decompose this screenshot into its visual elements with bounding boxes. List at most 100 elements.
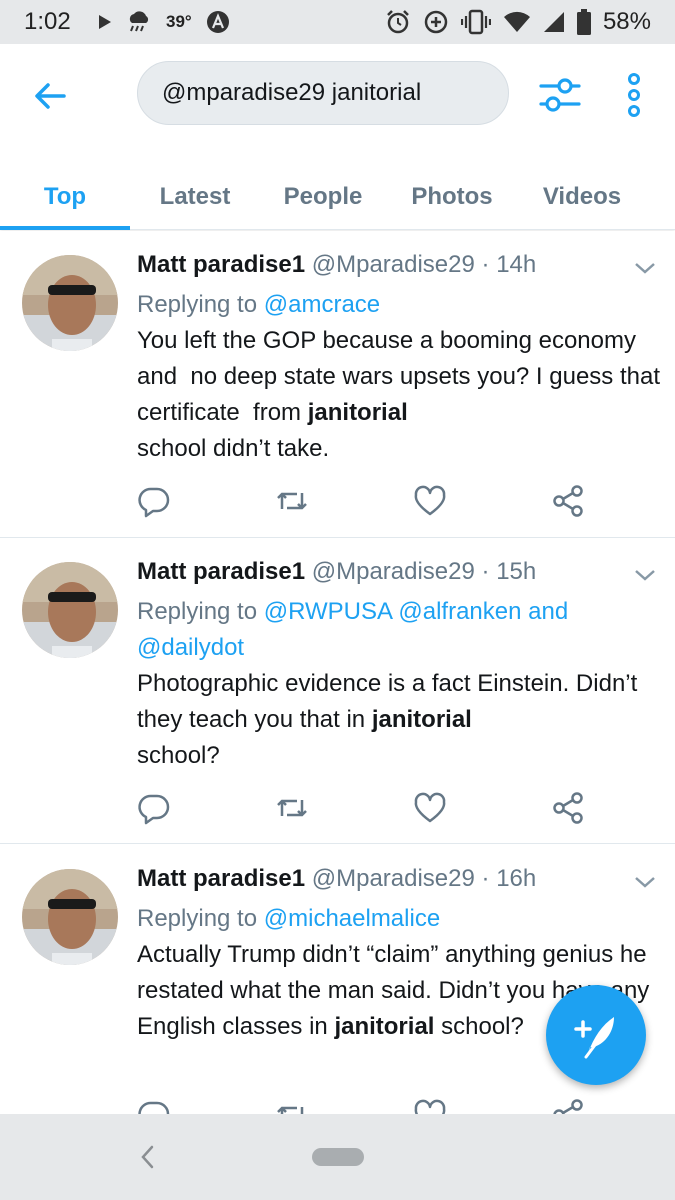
tweet-time: 14h — [496, 251, 537, 278]
battery-percentage: 58% — [602, 8, 651, 35]
chevron-down-icon — [635, 570, 655, 581]
tweet-time: 15h — [496, 558, 537, 585]
avatar[interactable] — [22, 869, 118, 965]
tweet-actions — [137, 484, 657, 518]
chevron-down-icon — [635, 877, 655, 888]
share-icon — [553, 792, 583, 824]
a-circle-icon — [206, 11, 229, 33]
retweet-icon — [277, 492, 307, 510]
like-button[interactable] — [413, 791, 447, 825]
tweet-header: Matt paradise1 @Mparadise29 · 14h — [137, 251, 536, 279]
system-home-pill[interactable] — [312, 1148, 364, 1166]
retweet-button[interactable] — [275, 484, 309, 518]
heart-icon — [414, 485, 446, 516]
more-options-button[interactable] — [622, 72, 646, 118]
battery-icon — [576, 9, 591, 35]
alarm-icon — [387, 10, 409, 34]
search-header: @mparadise29 janitorial Top Latest Peopl… — [0, 44, 675, 230]
author-name[interactable]: Matt paradise1 — [137, 865, 305, 892]
tab-photos[interactable]: Photos — [387, 164, 517, 230]
mention-link[interactable]: @amcrace — [264, 291, 380, 318]
tweet-card[interactable]: Matt paradise1 @Mparadise29 · 15h Replyi… — [0, 538, 675, 844]
reply-button[interactable] — [137, 791, 171, 825]
like-button[interactable] — [413, 1098, 447, 1114]
share-button[interactable] — [551, 484, 585, 518]
reply-button[interactable] — [137, 484, 171, 518]
reply-icon — [138, 1101, 170, 1114]
active-tab-indicator — [0, 226, 130, 230]
separator-dot: · — [481, 251, 490, 278]
share-button[interactable] — [551, 1098, 585, 1114]
share-icon — [553, 1099, 583, 1114]
author-handle[interactable]: @Mparadise29 — [312, 558, 475, 585]
search-input[interactable]: @mparadise29 janitorial — [137, 61, 509, 125]
arrow-left-icon — [35, 83, 66, 109]
compose-feather-icon — [574, 1017, 614, 1059]
system-back-button[interactable] — [138, 1144, 158, 1170]
tweet-text-part: school didn’t take. — [137, 435, 330, 462]
tab-people[interactable]: People — [258, 164, 388, 230]
heart-icon — [414, 1099, 446, 1114]
tweet-text-part: school? — [137, 742, 220, 769]
status-left-icons: 39° — [98, 10, 230, 34]
separator-dot: · — [481, 865, 490, 892]
signal-icon — [543, 12, 564, 32]
chevron-left-icon — [141, 1145, 154, 1169]
retweet-icon — [277, 1106, 304, 1114]
heart-icon — [414, 792, 446, 823]
vertical-dots-icon — [628, 73, 640, 117]
replying-prefix: Replying to — [137, 291, 264, 318]
reply-button[interactable] — [137, 1098, 171, 1114]
tweet-menu-button[interactable] — [634, 261, 656, 275]
share-button[interactable] — [551, 791, 585, 825]
tweet-header: Matt paradise1 @Mparadise29 · 15h — [137, 558, 536, 586]
tab-top[interactable]: Top — [0, 164, 130, 230]
retweet-button[interactable] — [275, 1098, 309, 1114]
sliders-icon — [539, 78, 581, 112]
tweet-text: Photographic evidence is a fact Einstein… — [137, 666, 667, 774]
back-button[interactable] — [28, 74, 72, 118]
reply-icon — [138, 487, 170, 518]
reply-icon — [138, 794, 170, 825]
retweet-icon — [277, 799, 307, 817]
highlighted-term: janitorial — [371, 706, 472, 733]
chevron-down-icon — [635, 263, 655, 274]
replying-prefix: Replying to — [137, 905, 264, 932]
tweet-text-part: school? — [434, 1013, 524, 1040]
author-handle[interactable]: @Mparadise29 — [312, 865, 475, 892]
tab-videos[interactable]: Videos — [517, 164, 647, 230]
system-nav-bar — [0, 1114, 675, 1200]
author-name[interactable]: Matt paradise1 — [137, 558, 305, 585]
share-icon — [553, 485, 583, 517]
mention-link[interactable]: @michaelmalice — [264, 905, 440, 932]
highlighted-term: janitorial — [334, 1013, 435, 1040]
tweet-header: Matt paradise1 @Mparadise29 · 16h — [137, 865, 536, 893]
replying-to: Replying to @RWPUSA @alfranken and @dail… — [137, 594, 657, 666]
tweet-card[interactable]: Matt paradise1 @Mparadise29 · 14h Replyi… — [0, 231, 675, 538]
author-handle[interactable]: @Mparadise29 — [312, 251, 475, 278]
wifi-icon — [503, 11, 530, 32]
search-filter-button[interactable] — [537, 72, 583, 118]
avatar[interactable] — [22, 562, 118, 658]
separator-dot: · — [481, 558, 490, 585]
avatar[interactable] — [22, 255, 118, 351]
tweet-menu-button[interactable] — [634, 568, 656, 582]
search-query-text: @mparadise29 janitorial — [162, 79, 422, 106]
retweet-button[interactable] — [275, 791, 309, 825]
highlighted-term: janitorial — [307, 399, 408, 426]
tweet-actions — [137, 791, 657, 825]
tweet-time: 16h — [496, 865, 537, 892]
compose-tweet-button[interactable] — [546, 985, 646, 1085]
tab-latest[interactable]: Latest — [130, 164, 260, 230]
like-button[interactable] — [413, 484, 447, 518]
replying-to: Replying to @amcrace — [137, 287, 657, 323]
vibrate-icon — [460, 9, 491, 35]
status-time: 1:02 — [24, 8, 71, 35]
status-right-icons: 58% — [385, 8, 651, 36]
status-bar: 1:02 39° 58% — [0, 0, 675, 44]
rain-cloud-icon — [129, 11, 149, 32]
tweet-actions — [137, 1098, 657, 1114]
tweet-menu-button[interactable] — [634, 875, 656, 889]
replying-to: Replying to @michaelmalice — [137, 901, 657, 937]
author-name[interactable]: Matt paradise1 — [137, 251, 305, 278]
